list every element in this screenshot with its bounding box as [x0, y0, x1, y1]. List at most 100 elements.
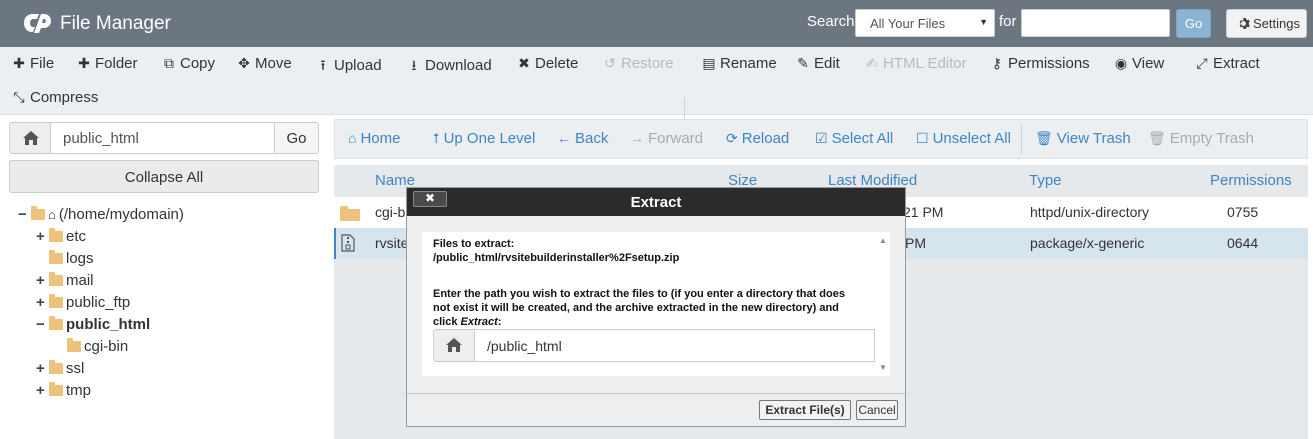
tree-item-mail[interactable]: + mail [36, 272, 94, 292]
for-label: for [999, 13, 1017, 30]
tree-item-home[interactable]: − ⌂ (/home/mydomain) [18, 206, 184, 226]
tree-item-cgi-bin[interactable]: cgi-bin [54, 338, 128, 358]
extract-instructions: Enter the path you wish to extract the f… [433, 287, 863, 329]
settings-button[interactable]: Settings [1226, 9, 1307, 38]
edit-button[interactable]: ✎ Edit [796, 55, 840, 72]
move-button[interactable]: ✥ Move [237, 55, 292, 72]
folder-icon [49, 294, 63, 308]
folder-open-icon [49, 316, 63, 330]
reload-button[interactable]: ⟳ Reload [726, 130, 789, 147]
column-type[interactable]: Type [1029, 172, 1062, 189]
edit-button-label: Edit [814, 55, 840, 72]
html-editor-button-label: HTML Editor [883, 55, 967, 72]
dialog-footer-divider [407, 393, 905, 394]
tree-item-public-ftp[interactable]: + public_ftp [36, 294, 130, 314]
home-nav-button[interactable]: ⌂ Home [348, 130, 400, 147]
view-button[interactable]: ◉ View [1114, 55, 1164, 72]
permissions-button[interactable]: ⚷ Permissions [990, 55, 1090, 72]
folder-button[interactable]: ✚ Folder [77, 55, 138, 72]
view-trash-button[interactable]: 🗑︎ View Trash [1035, 130, 1131, 147]
tree-item-label: logs [66, 250, 94, 267]
expand-toggle[interactable]: + [36, 272, 48, 289]
home-icon: ⌂ [48, 207, 56, 222]
column-permissions[interactable]: Permissions [1210, 172, 1292, 189]
collapse-all-button[interactable]: Collapse All [9, 160, 319, 193]
scroll-down-icon[interactable]: ▼ [879, 363, 887, 372]
reload-label: Reload [741, 130, 790, 147]
level-up-icon: ⭡ [433, 130, 440, 146]
search-input[interactable] [1021, 9, 1170, 37]
close-button[interactable]: ✖ [413, 191, 447, 207]
home-addon [9, 122, 51, 154]
edit-square-icon: ✍ [866, 55, 878, 71]
tree-item-public-html[interactable]: − public_html [36, 316, 150, 336]
empty-trash-button[interactable]: 🗑︎ Empty Trash [1148, 130, 1254, 147]
compress-button-label: Compress [30, 89, 99, 106]
arrow-right-icon: → [630, 130, 644, 146]
empty-trash-label: Empty Trash [1169, 130, 1254, 147]
copy-button[interactable]: ⧉ Copy [162, 55, 215, 72]
folder-button-label: Folder [95, 55, 138, 72]
expand-toggle[interactable]: + [36, 294, 48, 311]
expand-toggle[interactable]: + [36, 382, 48, 399]
rename-button-label: Rename [720, 55, 777, 72]
search-scope-select[interactable]: All Your Files ▼ [855, 9, 995, 37]
extract-path-input[interactable]: /public_html [474, 329, 875, 362]
cancel-button[interactable]: Cancel [856, 400, 898, 420]
compress-button[interactable]: ⤡ Compress [12, 89, 98, 106]
back-label: Back [575, 130, 609, 147]
dialog-scrollbar[interactable]: ▲ ▼ [876, 232, 890, 376]
view-button-label: View [1132, 55, 1165, 72]
home-nav-label: Home [360, 130, 401, 147]
back-button[interactable]: ← Back [557, 130, 608, 147]
home-icon [446, 338, 462, 352]
file-modified: PM [905, 235, 926, 251]
delete-button-label: Delete [535, 55, 579, 72]
tree-item-logs[interactable]: logs [36, 250, 94, 270]
navigation-bar: ⌂ Home ⭡ Up One Level ← Back → Forward ⟳ Relo… [334, 119, 1308, 159]
collapse-toggle[interactable]: − [18, 206, 30, 223]
delete-button[interactable]: ✖ Delete [517, 55, 578, 72]
select-all-button[interactable]: ☑ Select All [815, 130, 893, 147]
archive-file-icon [341, 234, 355, 255]
extract-home-addon [433, 329, 475, 362]
tree-item-label: public_ftp [66, 294, 131, 311]
restore-button-label: Restore [621, 55, 674, 72]
forward-button[interactable]: → Forward [630, 130, 703, 147]
unselect-all-button[interactable]: ☐ Unselect All [916, 130, 1011, 147]
search-go-button[interactable]: Go [1176, 9, 1211, 38]
upload-button[interactable]: ⭱ Upload [316, 55, 382, 79]
folder-icon [49, 272, 63, 286]
file-type: httpd/unix-directory [1030, 204, 1150, 220]
expand-toggle[interactable]: + [36, 228, 48, 245]
unselect-all-label: Unselect All [932, 130, 1011, 147]
collapse-toggle[interactable]: − [36, 316, 48, 333]
scroll-up-icon[interactable]: ▲ [879, 236, 887, 245]
tree-item-label: (/home/mydomain) [58, 206, 184, 223]
html-editor-button[interactable]: ✍ HTML Editor [865, 55, 967, 72]
action-toolbar: ✚ File ✚ Folder ⧉ Copy ✥ Move ⭱ Upload ⭳ Downl… [0, 47, 1313, 129]
select-all-label: Select All [831, 130, 894, 147]
download-button[interactable]: ⭳ Download [407, 55, 492, 79]
download-icon: ⭳ [411, 57, 417, 73]
path-input[interactable]: public_html [50, 122, 276, 154]
forward-label: Forward [648, 130, 704, 147]
up-one-level-button[interactable]: ⭡ Up One Level [433, 130, 535, 147]
extract-button[interactable]: ⤢ Extract [1195, 55, 1259, 72]
key-icon: ⚷ [991, 55, 1003, 71]
folder-icon [49, 228, 63, 242]
tree-item-tmp[interactable]: + tmp [36, 382, 91, 402]
extract-files-button[interactable]: Extract File(s) [759, 400, 851, 420]
file-button[interactable]: ✚ File [12, 55, 54, 72]
plus-icon: ✚ [13, 55, 25, 71]
chevron-down-icon: ▼ [979, 17, 988, 27]
compress-icon: ⤡ [13, 89, 25, 105]
top-header: File Manager Search All Your Files ▼ for… [0, 0, 1313, 47]
path-go-button[interactable]: Go [274, 122, 319, 154]
restore-button[interactable]: ↺ Restore [603, 55, 674, 72]
rename-button[interactable]: ▤ Rename [702, 55, 777, 72]
folder-icon [67, 338, 81, 352]
tree-item-etc[interactable]: + etc [36, 228, 86, 248]
expand-toggle[interactable]: + [36, 360, 48, 377]
tree-item-ssl[interactable]: + ssl [36, 360, 84, 380]
